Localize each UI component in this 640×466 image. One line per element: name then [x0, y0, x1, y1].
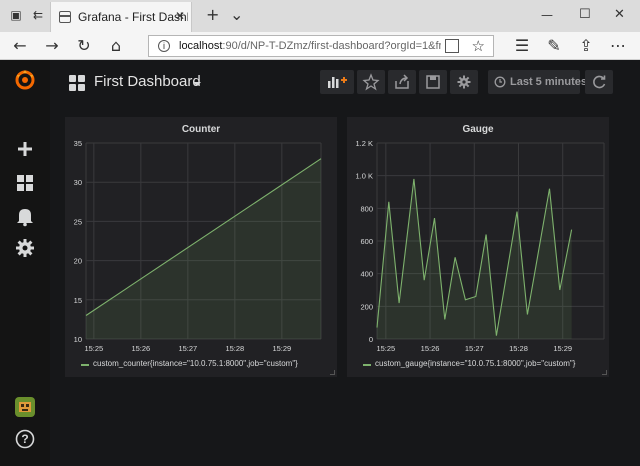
add-panel-button[interactable] — [320, 70, 354, 94]
gear-icon — [457, 75, 471, 89]
grafana-sidemenu: ? — [0, 60, 50, 466]
counter-x-tick-label: 15:25 — [84, 344, 103, 353]
refresh-icon[interactable]: ↻ — [74, 36, 94, 56]
set-tabs-aside-icon[interactable]: ⇇ — [30, 7, 46, 23]
favorite-star-icon[interactable]: ☆ — [472, 37, 485, 55]
back-arrow-icon[interactable]: ← — [10, 36, 30, 56]
clock-icon — [494, 76, 506, 88]
reading-view-icon[interactable] — [445, 39, 459, 53]
more-icon[interactable]: ⋯ — [608, 36, 628, 56]
gauge-y-tick-label: 800 — [360, 204, 373, 213]
gauge-y-tick-label: 200 — [360, 302, 373, 311]
dashboard-settings-button[interactable] — [450, 70, 478, 94]
refresh-icon — [593, 75, 606, 89]
gauge-x-tick-label: 15:25 — [376, 344, 395, 353]
counter-x-tick-label: 15:28 — [225, 344, 244, 353]
time-picker-button[interactable]: Last 5 minutes — [488, 70, 587, 94]
tab-list-icon[interactable]: ⌄ — [230, 5, 243, 24]
tab-favicon-icon — [59, 11, 71, 23]
panel-resize-handle[interactable] — [602, 370, 607, 375]
site-info-icon[interactable]: i — [158, 40, 170, 52]
gauge-legend-label[interactable]: custom_gauge{instance="10.0.75.1:8000",j… — [375, 359, 575, 368]
add-panel-icon — [328, 77, 347, 88]
gauge-x-tick-label: 15:28 — [509, 344, 528, 353]
gauge-x-tick-label: 15:27 — [465, 344, 484, 353]
gauge-y-tick-label: 0 — [369, 335, 373, 344]
counter-y-tick-label: 35 — [74, 139, 82, 148]
bell-icon[interactable] — [14, 205, 36, 227]
address-bar[interactable]: i localhost:90/d/NP-T-DZmz/first-dashboa… — [148, 35, 494, 57]
minimize-button[interactable]: — — [541, 8, 553, 22]
counter-y-tick-label: 25 — [74, 217, 82, 226]
dashboard-area: First Dashboard Last 5 minutes Counter 1… — [50, 60, 640, 466]
gauge-y-tick-label: 1.0 K — [355, 172, 373, 181]
dashboard-grid-icon — [69, 75, 85, 91]
time-range-label: Last 5 minutes — [510, 76, 588, 88]
user-avatar[interactable] — [14, 396, 36, 418]
save-dashboard-button[interactable] — [419, 70, 447, 94]
gear-icon[interactable] — [14, 237, 36, 259]
dashboard-title[interactable]: First Dashboard — [94, 73, 201, 90]
favorites-icon[interactable]: ☰ — [512, 36, 532, 56]
browser-tab[interactable]: Grafana - First Dashboa ✕ — [50, 2, 192, 32]
close-window-button[interactable]: ✕ — [614, 7, 625, 22]
svg-text:?: ? — [21, 432, 28, 446]
share-dashboard-button[interactable] — [388, 70, 416, 94]
share-icon — [395, 74, 409, 89]
refresh-dashboard-button[interactable] — [585, 70, 613, 94]
counter-legend-label[interactable]: custom_counter{instance="10.0.75.1:8000"… — [93, 359, 298, 368]
star-dashboard-button[interactable] — [357, 70, 385, 94]
save-icon — [426, 75, 440, 89]
browser-toolbar: ← → ↻ ⌂ i localhost:90/d/NP-T-DZmz/first… — [0, 32, 640, 60]
gauge-graph[interactable]: 0 200 400 600 800 1.0 K 1.2 K 15:25 15:26 15:27 15… — [347, 117, 609, 357]
gauge-y-tick-label: 1.2 K — [355, 139, 373, 148]
gauge-x-tick-label: 15:26 — [421, 344, 440, 353]
grafana-logo[interactable] — [14, 69, 36, 91]
forward-arrow-icon[interactable]: → — [42, 36, 62, 56]
share-icon[interactable]: ⇪ — [576, 36, 596, 56]
help-icon[interactable]: ? — [14, 428, 36, 450]
new-tab-button[interactable]: + — [206, 5, 219, 24]
counter-y-tick-label: 30 — [74, 178, 82, 187]
counter-x-tick-label: 15:26 — [131, 344, 150, 353]
panel-resize-handle[interactable] — [330, 370, 335, 375]
pen-icon[interactable]: ✎ — [544, 36, 564, 56]
counter-y-tick-label: 15 — [74, 296, 82, 305]
counter-series-fill — [86, 158, 321, 339]
gauge-x-tick-label: 15:29 — [553, 344, 572, 353]
counter-x-tick-label: 15:27 — [178, 344, 197, 353]
home-icon[interactable]: ⌂ — [106, 36, 126, 56]
close-tab-icon[interactable]: ✕ — [175, 9, 185, 23]
legend-series-swatch — [81, 364, 89, 366]
gauge-y-tick-label: 600 — [360, 237, 373, 246]
star-icon — [362, 73, 380, 91]
counter-y-tick-label: 10 — [74, 335, 82, 344]
dashboards-icon[interactable] — [14, 172, 36, 194]
url-text[interactable]: localhost:90/d/NP-T-DZmz/first-dashboard… — [179, 40, 441, 52]
tab-title: Grafana - First Dashboa — [78, 10, 188, 24]
browser-tab-strip: ▣ ⇇ Grafana - First Dashboa ✕ + ⌄ — ☐ ✕ — [0, 0, 640, 32]
chevron-down-icon[interactable] — [193, 82, 201, 86]
gauge-panel[interactable]: Gauge 0 200 400 600 800 1.0 K 1.2 K 15:25 15:26 1… — [347, 117, 609, 377]
maximize-button[interactable]: ☐ — [579, 7, 591, 22]
legend-series-swatch — [363, 364, 371, 366]
plus-icon[interactable] — [14, 138, 36, 160]
counter-graph[interactable]: 10 15 20 25 30 35 15:25 15:26 15:27 15:28 15:29 — [65, 117, 337, 357]
counter-y-tick-label: 20 — [74, 257, 82, 266]
gauge-y-tick-label: 400 — [360, 270, 373, 279]
tab-actions-icon[interactable]: ▣ — [8, 7, 24, 23]
counter-panel[interactable]: Counter 10 15 20 25 30 35 15:25 15:26 15:27 15:28… — [65, 117, 337, 377]
counter-x-tick-label: 15:29 — [272, 344, 291, 353]
